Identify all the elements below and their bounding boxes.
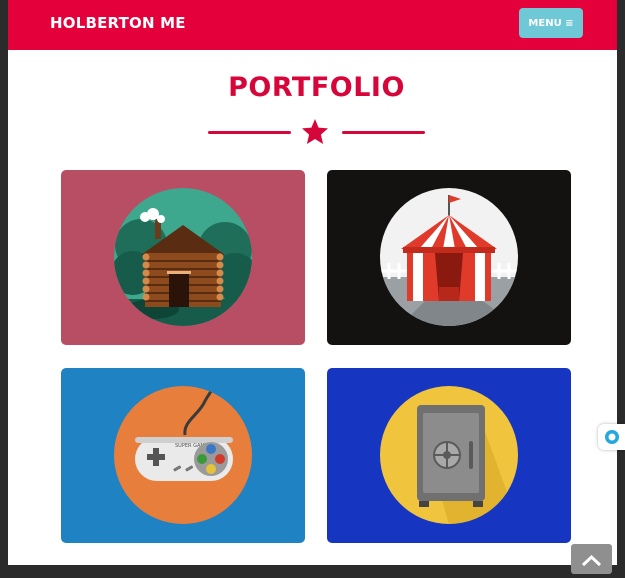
safe-icon [380, 386, 518, 524]
divider-right [342, 131, 425, 134]
portfolio-card-cabin[interactable] [61, 170, 305, 345]
chat-bubble-icon [605, 430, 619, 444]
menu-button[interactable]: MENU ≡ [519, 8, 583, 38]
section-title: PORTFOLIO [228, 72, 405, 103]
brand-link[interactable]: HOLBERTON ME [50, 14, 186, 32]
circus-tent-icon [380, 188, 518, 326]
portfolio-card-safe[interactable] [327, 368, 571, 543]
menu-button-label: MENU ≡ [528, 17, 574, 29]
portfolio-card-controller[interactable]: SUPER GAME [61, 368, 305, 543]
chat-widget[interactable] [598, 424, 625, 450]
divider-left [208, 131, 291, 134]
chevron-up-icon [581, 554, 602, 567]
scroll-top-button[interactable] [571, 544, 612, 574]
game-controller-icon: SUPER GAME [114, 386, 252, 524]
star-icon [302, 119, 328, 144]
log-cabin-icon [114, 188, 252, 326]
portfolio-card-circus[interactable] [327, 170, 571, 345]
page: HOLBERTON ME MENU ≡ PORTFOLIO SUPER GAME [8, 0, 617, 565]
navbar: HOLBERTON ME MENU ≡ [8, 0, 617, 50]
